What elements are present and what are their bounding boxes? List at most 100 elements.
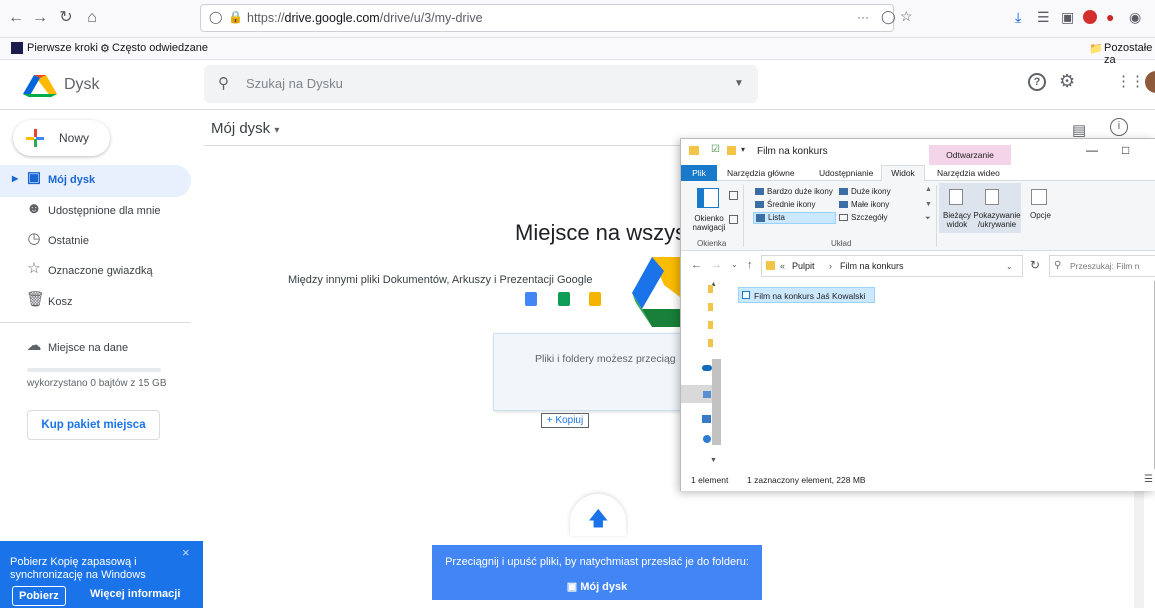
view-details[interactable]: Szczegóły (851, 213, 887, 222)
search-icon[interactable]: ⚲ (218, 74, 229, 92)
new-button[interactable]: Nowy (13, 120, 110, 156)
sidebar-item-storage[interactable]: ☁ Miejsce na dane (0, 333, 191, 365)
recent-locations-icon[interactable]: ⌄ (731, 260, 738, 269)
tab-file[interactable]: Plik (681, 165, 717, 181)
account-icon[interactable]: ◉ (1129, 9, 1141, 26)
drag-ghost: Pliki i foldery możesz przeciąg (493, 333, 683, 411)
page-scrollbar[interactable] (1134, 491, 1144, 608)
list-view-icon (756, 214, 765, 222)
tab-share[interactable]: Udostępnianie (819, 168, 873, 178)
settings-icon[interactable]: ⚙ (1059, 71, 1075, 92)
details-view-icon (839, 214, 848, 221)
bookmark-frequent[interactable]: Często odwiedzane (112, 42, 208, 54)
expand-icon[interactable]: ▶ (12, 174, 18, 183)
tab-video-tools[interactable]: Narzędzia wideo (937, 168, 1000, 178)
back-icon[interactable]: ← (6, 8, 26, 28)
view-small-icons[interactable]: Małe ikony (851, 200, 889, 209)
sidebar-item-trash[interactable]: 🗑 Kosz (0, 287, 191, 319)
network-icon[interactable] (703, 435, 711, 443)
bookmark-star-icon[interactable]: ☆ (900, 8, 913, 25)
drive-logo-icon[interactable] (23, 75, 57, 97)
options-button[interactable]: Opcje (1030, 211, 1051, 220)
layout-expand-icon[interactable]: ⏷ (925, 215, 931, 223)
breadcrumb-folder[interactable]: Film na konkurs (840, 261, 904, 271)
view-medium-icons[interactable]: Średnie ikony (767, 200, 815, 209)
nav-scroll-down-icon[interactable]: ▼ (710, 457, 717, 464)
layout-scroll-down-icon[interactable]: ▼ (925, 201, 932, 208)
maximize-icon[interactable]: □ (1122, 143, 1129, 157)
view-large-icons[interactable]: Duże ikony (851, 187, 891, 196)
page-actions-icon[interactable]: ··· (857, 10, 869, 24)
sheets-icon (558, 292, 570, 306)
url-bar[interactable]: ◯ 🔒 https://drive.google.com/drive/u/3/m… (200, 4, 913, 32)
nav-folder-icon[interactable] (708, 339, 713, 347)
buy-storage-button[interactable]: Kup pakiet miejsca (27, 410, 160, 440)
explorer-address-bar[interactable]: « Pulpit › Film na konkurs ⌄ (761, 255, 1023, 277)
tab-home[interactable]: Narzędzia główne (727, 168, 795, 178)
refresh-icon[interactable]: ↻ (1030, 258, 1040, 272)
drag-hint: Pliki i foldery możesz przeciąg (535, 353, 676, 365)
lock-icon[interactable]: 🔒 (228, 10, 243, 24)
details-view-toggle-icon[interactable]: ☰ (1144, 474, 1153, 485)
sidebar-item-my-drive[interactable]: ▶ ▣ Mój dysk (0, 165, 191, 197)
preview-pane-icon[interactable] (729, 191, 738, 200)
clock-icon: ◷ (27, 230, 41, 247)
sidebar-item-starred[interactable]: ☆ Oznaczone gwiazdką (0, 256, 191, 288)
nav-folder-icon[interactable] (708, 285, 713, 293)
sidebar-item-recent[interactable]: ◷ Ostatnie (0, 226, 191, 258)
breadcrumb-overflow[interactable]: « (780, 261, 785, 271)
sidebar-item-shared[interactable]: ☻ Udostępnione dla mnie (0, 196, 191, 228)
library-icon[interactable]: ☰ (1037, 9, 1050, 26)
back-icon[interactable]: ← (691, 259, 702, 271)
quick-access-dropdown-icon[interactable]: ▾ (741, 145, 745, 154)
bookmark-first-steps[interactable]: Pierwsze kroki (27, 42, 98, 54)
pocket-icon[interactable]: ◯ (881, 9, 896, 25)
explorer-search-input[interactable]: ⚲ Przeszukaj: Film n (1049, 255, 1155, 277)
properties-icon[interactable]: ☑ (711, 144, 720, 155)
breadcrumb-desktop[interactable]: Pulpit (792, 261, 815, 271)
video-file-icon (742, 291, 750, 299)
close-icon[interactable]: × (182, 545, 190, 560)
current-view-button[interactable]: Bieżący widok (941, 211, 973, 229)
info-icon[interactable]: i (1110, 118, 1128, 136)
explorer-address-row: ← → ⌄ ↑ « Pulpit › Film na konkurs ⌄ ↻ ⚲… (681, 251, 1155, 281)
extension-icon[interactable]: ● (1106, 9, 1114, 25)
forward-icon[interactable]: → (30, 8, 50, 28)
adblock-icon[interactable] (1083, 10, 1097, 24)
help-icon[interactable]: ? (1028, 73, 1046, 91)
explorer-titlebar: ☑ ▾ Film na konkurs Odtwarzanie — □ (681, 139, 1155, 165)
nav-folder-icon[interactable] (708, 321, 713, 329)
search-options-icon[interactable]: ▼ (734, 78, 744, 89)
nav-pane-button[interactable]: Okienko nawigacji (689, 214, 729, 232)
libraries-icon[interactable] (702, 415, 711, 423)
minimize-icon[interactable]: — (1086, 143, 1098, 157)
file-explorer-window: ☑ ▾ Film na konkurs Odtwarzanie — □ Plik… (680, 138, 1155, 491)
file-item-selected[interactable]: Film na konkurs Jaś Kowalski (738, 287, 875, 303)
reload-icon[interactable]: ↻ (56, 8, 76, 28)
shield-icon[interactable]: ◯ (209, 10, 222, 24)
large-icons-icon (839, 188, 848, 195)
details-pane-icon[interactable] (729, 215, 738, 224)
view-list-selected[interactable]: Lista (753, 212, 836, 224)
nav-folder-icon[interactable] (708, 303, 713, 311)
promo-download-button[interactable]: Pobierz (12, 586, 66, 606)
search-input[interactable]: ⚲ Szukaj na Dysku ▼ (204, 65, 758, 103)
list-view-icon[interactable]: ▤ (1072, 121, 1086, 139)
drive-illustration-icon (632, 257, 680, 327)
forward-icon[interactable]: → (711, 259, 722, 271)
new-folder-icon[interactable] (727, 146, 736, 155)
address-dropdown-icon[interactable]: ⌄ (1006, 262, 1013, 271)
layout-scroll-up-icon[interactable]: ▲ (925, 186, 932, 193)
download-icon[interactable]: ⤓ (1015, 9, 1021, 26)
sidebar-icon[interactable]: ▣ (1061, 9, 1074, 26)
up-icon[interactable]: ↑ (747, 259, 753, 271)
tab-view[interactable]: Widok (881, 165, 925, 182)
show-hide-button[interactable]: Pokazywanie /ukrywanie (973, 211, 1021, 229)
nav-scrollbar-thumb[interactable] (712, 359, 721, 445)
view-extra-large-icons[interactable]: Bardzo duże ikony (767, 187, 833, 196)
promo-more-link[interactable]: Więcej informacji (90, 588, 180, 600)
sidebar-item-label: Ostatnie (48, 235, 89, 247)
onedrive-icon[interactable] (702, 365, 712, 371)
page-title[interactable]: Mój dysk ▾ (211, 120, 279, 137)
home-icon[interactable]: ⌂ (82, 8, 102, 28)
